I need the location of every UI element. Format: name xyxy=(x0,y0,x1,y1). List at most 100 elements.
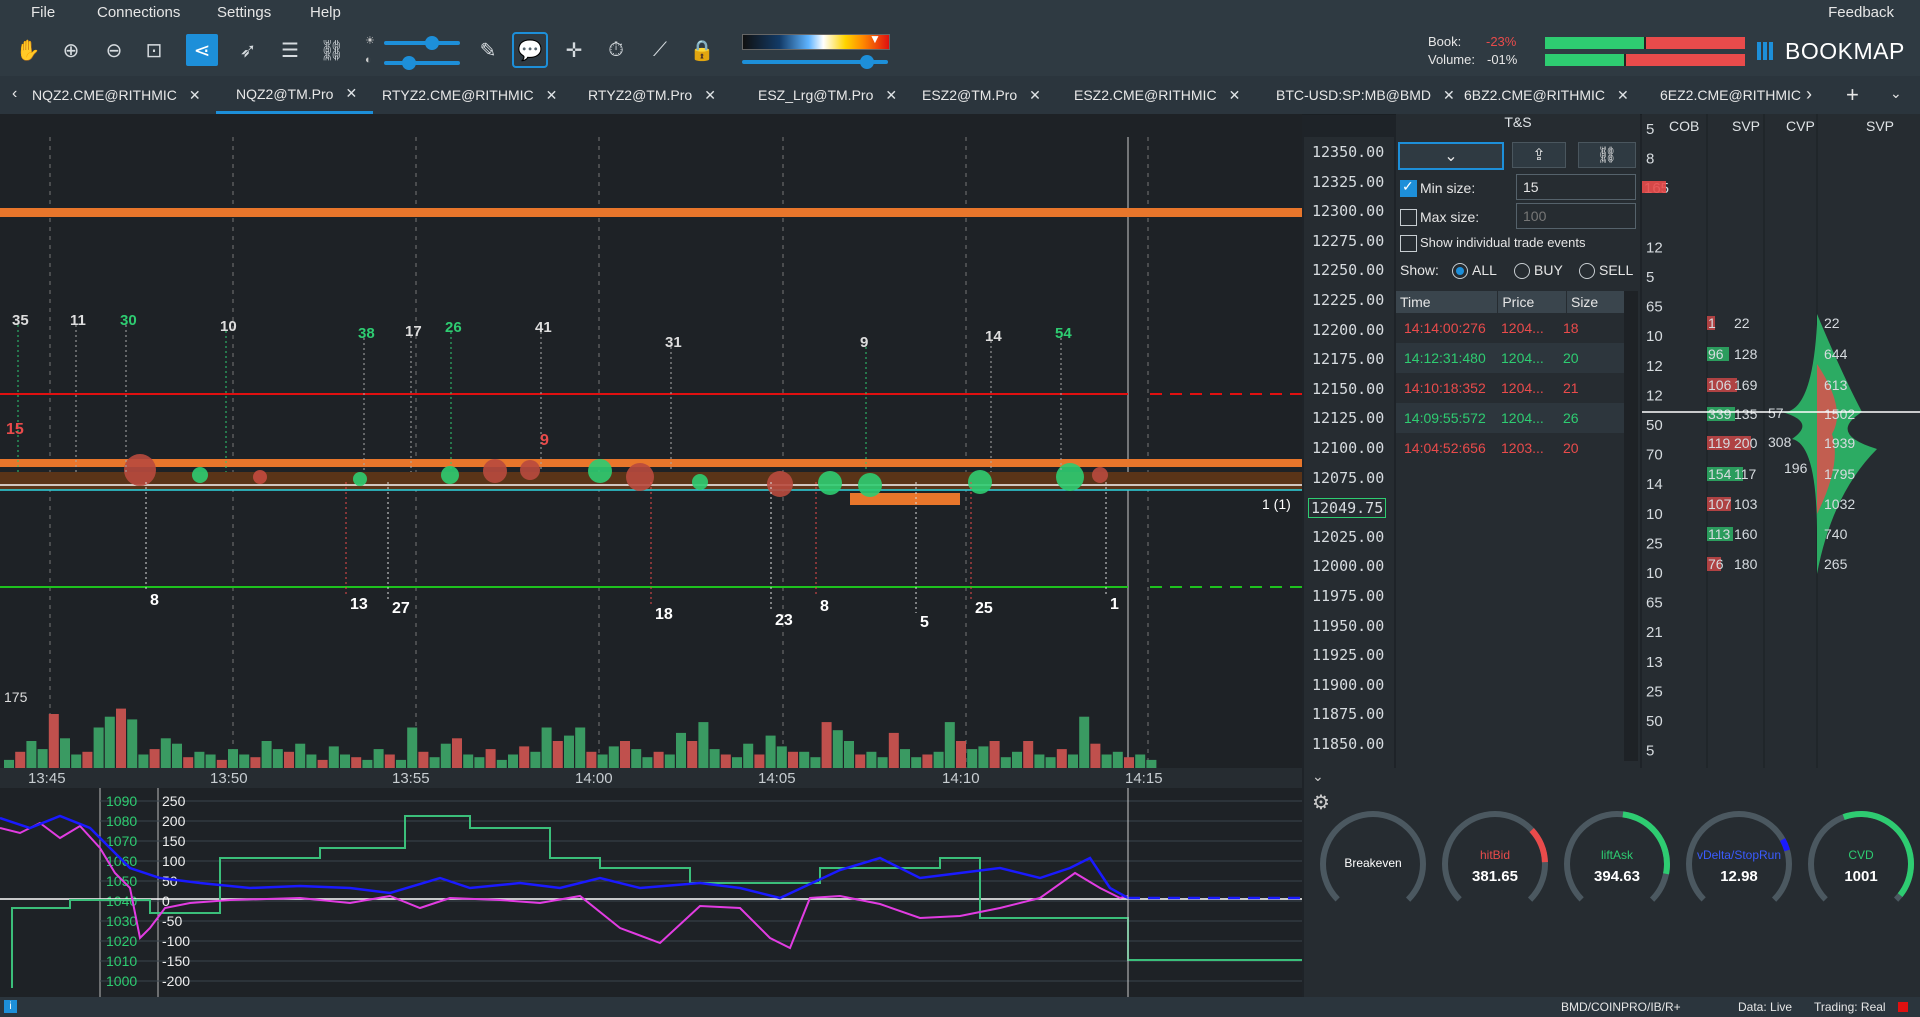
ts-row[interactable]: 14:14:00:276 1204... 18 xyxy=(1396,313,1626,343)
close-icon[interactable]: ✕ xyxy=(1029,87,1041,104)
lock-icon[interactable]: 🔒 xyxy=(686,34,718,66)
chevron-down-icon[interactable]: ⌄ xyxy=(1890,85,1902,102)
close-icon[interactable]: ✕ xyxy=(1229,87,1241,104)
volume-bar xyxy=(944,722,955,768)
menu-settings[interactable]: Settings xyxy=(217,4,271,21)
close-icon[interactable]: ✕ xyxy=(1617,87,1629,104)
ts-row[interactable]: 14:09:55:572 1204... 26 xyxy=(1396,403,1626,433)
chat-icon[interactable]: 💬 xyxy=(512,32,548,68)
show-individual-checkbox[interactable] xyxy=(1400,235,1417,252)
menu-help[interactable]: Help xyxy=(310,4,341,21)
left-axis-label: 1090 xyxy=(106,793,137,809)
ts-col-size[interactable]: Size xyxy=(1567,291,1627,313)
volume-bar xyxy=(485,749,496,768)
add-tab-icon[interactable]: + xyxy=(1846,82,1859,108)
ts-export-button[interactable]: ⇪ xyxy=(1512,142,1566,168)
ts-dropdown-button[interactable]: ⌄ xyxy=(1398,142,1504,170)
indicator-pane[interactable]: 1090 250 1080 200 1070 150 1060 100 1050 50 1040 0 1… xyxy=(0,788,1302,997)
hand-icon[interactable]: ✋ xyxy=(12,34,44,66)
tab-7[interactable]: BTC-USD:SP:MB@BMD ✕ xyxy=(1276,76,1455,114)
ts-cell-size: 20 xyxy=(1563,350,1579,366)
show-buy-radio[interactable] xyxy=(1514,263,1530,279)
heatmap-slider-knob[interactable] xyxy=(860,55,874,69)
tab-label: BTC-USD:SP:MB@BMD xyxy=(1276,87,1431,103)
cob-value: 25 xyxy=(1646,683,1663,700)
chevron-down-icon[interactable]: ▼ xyxy=(869,32,881,46)
tab-0[interactable]: NQZ2.CME@RITHMIC ✕ xyxy=(32,76,201,114)
brightness-slider[interactable] xyxy=(384,41,460,45)
link-icon[interactable]: ⛓ xyxy=(316,34,348,66)
tab-label: ESZ_Lrg@TM.Pro xyxy=(758,87,874,103)
gauge-dial xyxy=(1564,811,1670,917)
tab-1[interactable]: NQZ2@TM.Pro ✕ xyxy=(216,76,374,114)
tab-6[interactable]: ESZ2.CME@RITHMIC ✕ xyxy=(1074,76,1240,114)
close-icon[interactable]: ✕ xyxy=(885,87,897,104)
rocket-icon[interactable]: ➶ xyxy=(232,34,264,66)
trade-bubble xyxy=(626,463,654,491)
min-size-input[interactable]: 15 xyxy=(1516,174,1636,200)
max-size-checkbox[interactable] xyxy=(1400,209,1417,226)
menu-file[interactable]: File xyxy=(31,4,55,21)
volume-bar xyxy=(1079,716,1090,768)
chevron-left-icon[interactable]: ‹ xyxy=(12,85,17,103)
tab-2[interactable]: RTYZ2.CME@RITHMIC ✕ xyxy=(382,76,557,114)
right-axis-label: -100 xyxy=(162,933,190,949)
collapse-chevron-icon[interactable]: ⌄ xyxy=(1312,768,1324,785)
pencil-icon[interactable]: ✎ xyxy=(472,34,504,66)
menu-connections[interactable]: Connections xyxy=(97,4,180,21)
ts-col-time[interactable]: Time xyxy=(1396,291,1499,313)
volume-bar xyxy=(15,751,26,768)
ts-row[interactable]: 14:04:52:656 1203... 20 xyxy=(1396,433,1626,463)
ts-col-price[interactable]: Price xyxy=(1498,291,1567,313)
svp-value: 339 xyxy=(1708,406,1732,422)
close-icon[interactable]: ✕ xyxy=(189,87,201,104)
contrast-slider[interactable] xyxy=(384,61,460,65)
close-icon[interactable]: ✕ xyxy=(345,85,357,102)
close-icon[interactable]: ✕ xyxy=(546,87,558,104)
info-icon[interactable]: i xyxy=(4,1000,17,1013)
volume-bar xyxy=(1135,754,1146,768)
show-all-radio[interactable] xyxy=(1452,263,1468,279)
volume-bar xyxy=(508,754,518,768)
volume-bar xyxy=(776,746,787,768)
volume-bar xyxy=(911,757,922,768)
close-icon[interactable]: ✕ xyxy=(704,87,716,104)
volume-bar xyxy=(328,746,339,768)
layers-icon[interactable]: ☰ xyxy=(274,34,306,66)
ts-row[interactable]: 14:10:18:352 1204... 21 xyxy=(1396,373,1626,403)
tab-4[interactable]: ESZ_Lrg@TM.Pro ✕ xyxy=(758,76,897,114)
ts-link-button[interactable]: ⛓ xyxy=(1578,142,1636,168)
volume-bar xyxy=(866,751,877,768)
top-marker: 14 xyxy=(985,328,1002,472)
time-tick-label: 14:10 xyxy=(942,770,980,787)
chevron-right-icon[interactable]: › xyxy=(1806,84,1812,105)
max-size-input[interactable]: 100 xyxy=(1516,203,1636,229)
zoom-in-icon[interactable]: ⊕ xyxy=(55,34,87,66)
brightness-slider-knob[interactable] xyxy=(425,36,439,50)
tab-8[interactable]: 6BZ2.CME@RITHMIC ✕ xyxy=(1464,76,1629,114)
contrast-slider-knob[interactable] xyxy=(402,56,416,70)
ts-row[interactable]: 14:12:31:480 1204... 20 xyxy=(1396,343,1626,373)
tab-5[interactable]: ESZ2@TM.Pro ✕ xyxy=(922,76,1041,114)
feedback-link[interactable]: Feedback xyxy=(1828,4,1894,21)
ts-scrollbar[interactable] xyxy=(1624,291,1638,761)
crosshair-icon[interactable]: ✛ xyxy=(558,34,590,66)
time-tick-label: 14:15 xyxy=(1125,770,1163,787)
timer-icon[interactable]: ⏱ xyxy=(600,34,632,66)
top-marker: 54 xyxy=(1055,325,1072,472)
min-size-checkbox[interactable]: ✓ xyxy=(1400,178,1417,197)
heatmap-color-bar[interactable] xyxy=(742,34,890,50)
tab-label: ESZ2.CME@RITHMIC xyxy=(1074,87,1217,103)
heatmap-chart[interactable]: 35 11 30 10 38 17 26 41 31 9 14 54 15 9 8 13 27 18 23 8 5 25 1… xyxy=(0,137,1302,768)
price-label: 12350.00 xyxy=(1312,143,1385,161)
share-icon[interactable]: ⋖ xyxy=(186,34,218,66)
volume-bar xyxy=(877,757,888,768)
price-axis[interactable]: 12350.00 12325.00 12300.00 12275.00 12250.00… xyxy=(1304,137,1394,783)
show-sell-radio[interactable] xyxy=(1579,263,1595,279)
zoom-fit-icon[interactable]: ⊡ xyxy=(138,34,170,66)
chart-line-icon[interactable]: ⟋ xyxy=(644,34,676,66)
close-icon[interactable]: ✕ xyxy=(1443,87,1455,104)
zoom-out-icon[interactable]: ⊖ xyxy=(98,34,130,66)
tab-3[interactable]: RTYZ2@TM.Pro ✕ xyxy=(588,76,716,114)
tab-9[interactable]: 6EZ2.CME@RITHMIC xyxy=(1660,76,1801,114)
